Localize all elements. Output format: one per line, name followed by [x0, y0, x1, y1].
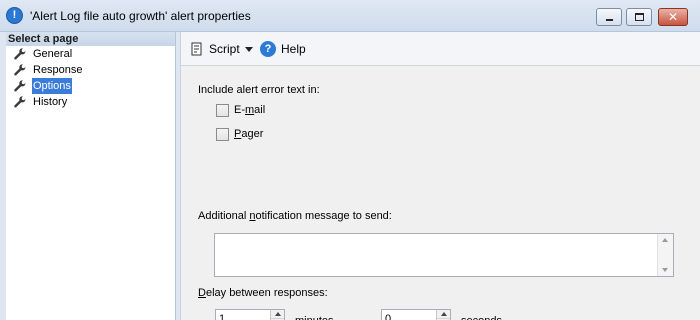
seconds-spin-buttons	[436, 310, 450, 320]
script-dropdown-arrow-icon[interactable]	[245, 47, 253, 52]
main-panel: Script ? Help Include alert error text i…	[180, 32, 700, 320]
email-label: E-mail	[234, 104, 266, 116]
sidebar-item-label: Response	[33, 64, 83, 76]
page-selector: Select a page General Response Options Hist…	[6, 32, 176, 320]
sidebar-item-response[interactable]: Response	[6, 62, 175, 78]
minutes-increment-button[interactable]	[271, 310, 284, 319]
wrench-icon	[14, 48, 26, 60]
scroll-up-icon[interactable]	[662, 238, 668, 242]
sidebar-item-history[interactable]: History	[6, 94, 175, 110]
alert-info-icon: !	[6, 7, 23, 24]
help-button[interactable]: ? Help	[260, 39, 306, 59]
minutes-label: minutes	[295, 315, 334, 320]
delay-seconds-spinner[interactable]: 0	[381, 309, 451, 320]
window-title: 'Alert Log file auto growth' alert prope…	[30, 9, 251, 23]
delay-between-responses-label: Delay between responses:	[198, 287, 328, 299]
script-button[interactable]: Script	[191, 39, 240, 59]
email-checkbox[interactable]	[216, 104, 229, 117]
help-icon: ?	[260, 41, 276, 57]
toolbar: Script ? Help	[181, 32, 700, 66]
maximize-icon	[635, 13, 644, 21]
help-label: Help	[281, 42, 306, 56]
sidebar-item-label: History	[33, 96, 68, 108]
sidebar-item-label: Options	[32, 78, 72, 94]
include-alert-text-label: Include alert error text in:	[198, 84, 320, 96]
options-content: Include alert error text in: E-mail Page…	[181, 66, 700, 320]
maximize-button[interactable]	[626, 8, 652, 26]
textarea-scrollbar[interactable]	[657, 234, 673, 276]
script-label: Script	[209, 42, 240, 56]
notification-message-textarea[interactable]	[214, 233, 674, 277]
script-icon	[191, 42, 202, 56]
wrench-icon	[14, 80, 26, 92]
scroll-down-icon[interactable]	[662, 268, 668, 272]
seconds-label: seconds	[461, 315, 502, 320]
minimize-icon	[606, 19, 613, 21]
minutes-spin-buttons	[270, 310, 284, 320]
close-button[interactable]: ✕	[658, 8, 688, 26]
sidebar-header: Select a page	[6, 32, 175, 46]
title-bar: ! 'Alert Log file auto growth' alert pro…	[0, 0, 700, 32]
minimize-button[interactable]	[596, 8, 622, 26]
pager-checkbox[interactable]	[216, 128, 229, 141]
wrench-icon	[14, 96, 26, 108]
page-list: General Response Options History	[6, 46, 175, 110]
pager-label: Pager	[234, 128, 264, 140]
wrench-icon	[14, 64, 26, 76]
sidebar-item-options[interactable]: Options	[6, 78, 175, 94]
seconds-increment-button[interactable]	[437, 310, 450, 319]
delay-minutes-spinner[interactable]: 1	[215, 309, 285, 320]
sidebar-item-general[interactable]: General	[6, 46, 175, 62]
close-icon: ✕	[667, 10, 679, 24]
chevron-up-icon	[441, 312, 447, 316]
sidebar-item-label: General	[33, 48, 73, 60]
minutes-value[interactable]: 1	[219, 313, 225, 320]
chevron-up-icon	[275, 312, 281, 316]
notification-message-label: Additional notification message to send:	[198, 210, 392, 222]
seconds-value[interactable]: 0	[385, 313, 391, 320]
